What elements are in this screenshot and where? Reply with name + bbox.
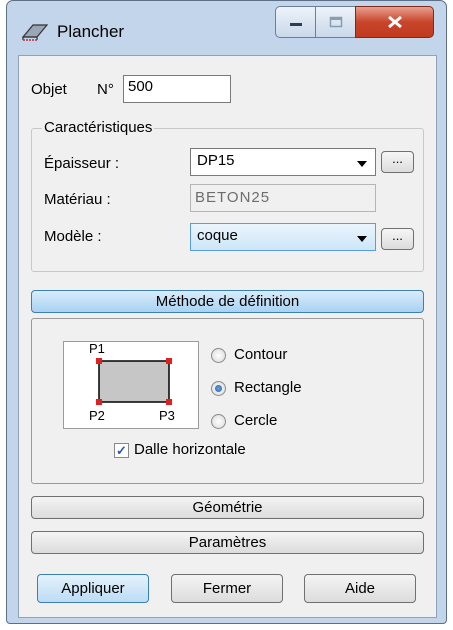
object-number-field[interactable]: 500 [123, 75, 231, 103]
appliquer-button[interactable]: Appliquer [37, 574, 149, 603]
close-button[interactable] [355, 6, 434, 38]
minimize-icon [289, 23, 302, 26]
contour-radio[interactable] [211, 348, 226, 363]
aide-button[interactable]: Aide [304, 574, 416, 603]
title-bar[interactable]: Plancher [7, 1, 446, 55]
p3-marker [166, 399, 172, 405]
p1-marker [96, 358, 102, 364]
p2-marker [96, 399, 102, 405]
window-title: Plancher [57, 22, 125, 41]
cercle-label[interactable]: Cercle [234, 412, 277, 429]
dalle-horizontale-label[interactable]: Dalle horizontale [134, 441, 246, 458]
contour-label[interactable]: Contour [234, 346, 287, 363]
number-label: N° [97, 81, 114, 98]
epaisseur-browse-button[interactable]: ... [381, 151, 414, 173]
p2-label: P2 [89, 408, 105, 423]
objet-label: Objet [31, 81, 67, 98]
materiau-label: Matériau : [44, 191, 111, 208]
fermer-button[interactable]: Fermer [171, 574, 283, 603]
close-icon [387, 15, 402, 29]
p3-label: P3 [159, 408, 175, 423]
chevron-down-icon [357, 236, 367, 242]
rectangle-label[interactable]: Rectangle [234, 379, 302, 396]
rectangle-radio[interactable] [211, 381, 226, 396]
modele-browse-button[interactable]: ... [381, 228, 414, 250]
maximize-button[interactable] [315, 6, 356, 38]
caracteristiques-legend: Caractéristiques [42, 119, 155, 136]
epaisseur-dropdown[interactable]: DP15 [190, 148, 376, 176]
dialog-window: Plancher Objet N° 500 Caractéristiques É… [6, 0, 447, 624]
modele-label: Modèle : [44, 228, 102, 245]
cercle-radio[interactable] [211, 414, 226, 429]
maximize-icon [329, 16, 342, 28]
dialog-body: Objet N° 500 Caractéristiques Épaisseur … [18, 55, 437, 618]
p1b-marker [166, 358, 172, 364]
minimize-button[interactable] [275, 6, 316, 38]
materiau-field: BETON25 [190, 184, 376, 212]
epaisseur-value: DP15 [197, 152, 235, 169]
geometrie-button[interactable]: Géométrie [31, 496, 424, 519]
dalle-horizontale-checkbox[interactable]: ✓ [114, 443, 129, 458]
p1-label: P1 [89, 341, 105, 356]
modele-value: coque [197, 227, 238, 244]
chevron-down-icon [357, 161, 367, 167]
methode-definition-header[interactable]: Méthode de définition [31, 290, 424, 313]
epaisseur-label: Épaisseur : [44, 155, 120, 172]
rectangle-preview [63, 341, 199, 429]
plancher-icon [21, 24, 49, 41]
parametres-button[interactable]: Paramètres [31, 531, 424, 554]
modele-dropdown[interactable]: coque [190, 223, 376, 251]
